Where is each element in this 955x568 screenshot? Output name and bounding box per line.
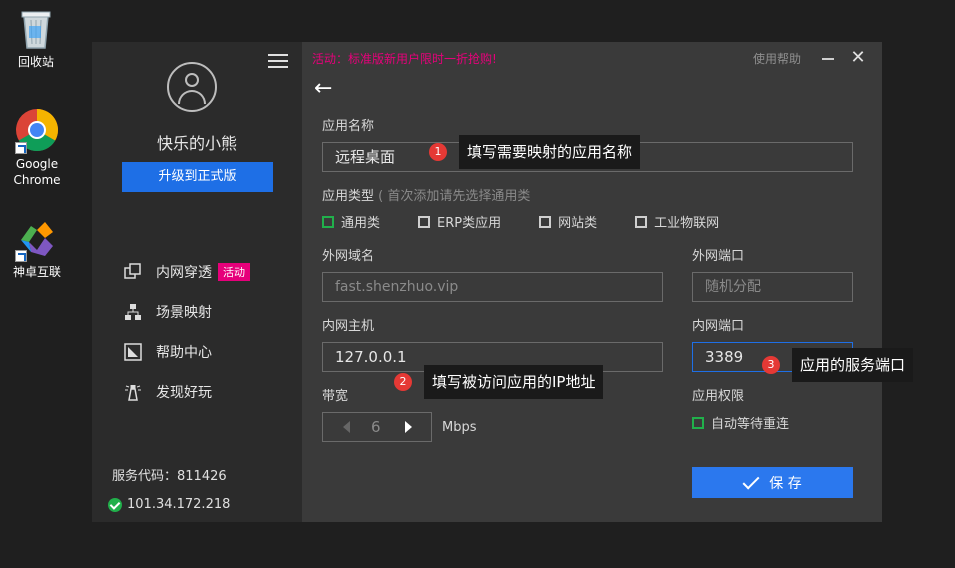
- save-label: 保 存: [769, 475, 802, 492]
- checkmark-icon: [742, 472, 760, 489]
- desktop-icon-recycle-bin[interactable]: 回收站: [0, 6, 72, 70]
- type-option-website[interactable]: 网站类: [539, 212, 597, 231]
- checkbox-icon: [635, 215, 648, 228]
- app-type-hint: ( 首次添加请先选择通用类: [378, 189, 531, 204]
- bandwidth-unit: Mbps: [442, 420, 477, 435]
- ip-address: 101.34.172.218: [127, 497, 231, 512]
- close-button[interactable]: ✕: [848, 48, 868, 68]
- network-tree-icon: [124, 303, 142, 321]
- bandwidth-stepper[interactable]: 6: [322, 412, 432, 442]
- ext-port-input[interactable]: 随机分配: [692, 272, 853, 302]
- callout-text: 应用的服务端口: [792, 348, 914, 382]
- desktop-icon-label: Google Chrome: [13, 157, 61, 187]
- check-circle-icon: [108, 497, 122, 512]
- desktop-icon-chrome[interactable]: Google Chrome: [1, 108, 73, 188]
- callout-number: 1: [429, 143, 447, 161]
- sidebar-item-intranet[interactable]: 内网穿透 活动: [124, 252, 250, 292]
- sidebar: 快乐的小熊 升级到正式版 内网穿透 活动 场景映射 帮助中心 发现好玩 服务代码…: [92, 42, 302, 522]
- avatar[interactable]: [167, 62, 217, 112]
- chrome-icon: [15, 108, 59, 154]
- shenzhuo-logo-icon: [15, 216, 59, 262]
- sidebar-item-label: 场景映射: [156, 305, 212, 321]
- sidebar-item-label: 发现好玩: [156, 385, 212, 401]
- type-option-label: 通用类: [341, 216, 381, 231]
- type-option-label: 工业物联网: [654, 216, 720, 231]
- back-arrow-icon[interactable]: ←: [314, 76, 332, 101]
- lighthouse-icon: [124, 383, 142, 401]
- callout-app-name: 1 填写需要映射的应用名称: [429, 135, 641, 169]
- intranet-icon: [124, 263, 142, 281]
- minimize-button[interactable]: [822, 58, 834, 60]
- increment-arrow-icon[interactable]: [405, 421, 412, 433]
- help-link[interactable]: 使用帮助: [753, 50, 801, 67]
- app-type-label: 应用类型 ( 首次添加请先选择通用类: [322, 185, 530, 204]
- decrement-arrow-icon[interactable]: [343, 421, 350, 433]
- callout-port: 3 应用的服务端口: [762, 348, 914, 382]
- sidebar-item-help[interactable]: 帮助中心: [124, 332, 250, 372]
- app-type-label-text: 应用类型: [322, 189, 375, 204]
- sidebar-nav: 内网穿透 活动 场景映射 帮助中心 发现好玩: [124, 252, 250, 412]
- save-button[interactable]: 保 存: [692, 467, 853, 498]
- upgrade-button[interactable]: 升级到正式版: [122, 162, 273, 192]
- ext-port-label: 外网端口: [692, 249, 745, 264]
- app-window: 快乐的小熊 升级到正式版 内网穿透 活动 场景映射 帮助中心 发现好玩 服务代码…: [92, 42, 882, 522]
- main-panel: 活动：标准版新用户限时一折抢购! 使用帮助 ✕ ← 应用名称 远程桌面 应用类型…: [302, 42, 882, 522]
- auto-reconnect-checkbox[interactable]: 自动等待重连: [692, 413, 789, 432]
- checkbox-icon: [322, 215, 334, 228]
- activity-badge: 活动: [218, 263, 250, 281]
- ext-domain-input[interactable]: fast.shenzhuo.vip: [322, 272, 663, 302]
- bandwidth-label: 带宽: [322, 389, 349, 404]
- callout-number: 2: [394, 373, 412, 391]
- shortcut-arrow-icon: [15, 142, 27, 154]
- checkbox-icon: [692, 416, 704, 429]
- sidebar-item-label: 帮助中心: [156, 345, 212, 361]
- desktop-icon-shenzhuo[interactable]: 神卓互联: [1, 216, 73, 280]
- callout-number: 3: [762, 356, 780, 374]
- hamburger-menu-icon[interactable]: [268, 54, 288, 68]
- int-port-label: 内网端口: [692, 319, 745, 334]
- help-center-icon: [124, 343, 142, 361]
- permission-label: 应用权限: [692, 389, 745, 404]
- service-code: 服务代码：811426: [112, 469, 227, 484]
- app-type-options: 通用类 ERP类应用 网站类 工业物联网: [322, 212, 757, 231]
- callout-text: 填写需要映射的应用名称: [459, 135, 641, 169]
- type-option-label: ERP类应用: [437, 216, 502, 231]
- type-option-label: 网站类: [558, 216, 598, 231]
- shortcut-arrow-icon: [15, 250, 27, 262]
- bandwidth-value: 6: [371, 418, 381, 436]
- checkbox-icon: [418, 215, 431, 228]
- sidebar-item-scene[interactable]: 场景映射: [124, 292, 250, 332]
- int-host-label: 内网主机: [322, 319, 375, 334]
- username: 快乐的小熊: [156, 134, 237, 153]
- sidebar-item-label: 内网穿透: [156, 265, 212, 281]
- type-option-general[interactable]: 通用类: [322, 212, 380, 231]
- sidebar-item-discover[interactable]: 发现好玩: [124, 372, 250, 412]
- recycle-bin-icon: [14, 6, 58, 50]
- desktop-icon-label: 神卓互联: [12, 265, 61, 279]
- ext-domain-label: 外网域名: [322, 249, 375, 264]
- desktop-icon-label: 回收站: [17, 55, 54, 69]
- app-name-label: 应用名称: [322, 119, 375, 134]
- connection-status: 101.34.172.218: [108, 497, 230, 512]
- checkbox-icon: [539, 215, 552, 228]
- auto-reconnect-label: 自动等待重连: [711, 417, 790, 432]
- callout-ip: 2 填写被访问应用的IP地址: [394, 365, 604, 399]
- promo-banner[interactable]: 活动：标准版新用户限时一折抢购!: [312, 50, 497, 67]
- callout-text: 填写被访问应用的IP地址: [424, 365, 604, 399]
- type-option-erp[interactable]: ERP类应用: [418, 212, 501, 231]
- type-option-iot[interactable]: 工业物联网: [635, 212, 719, 231]
